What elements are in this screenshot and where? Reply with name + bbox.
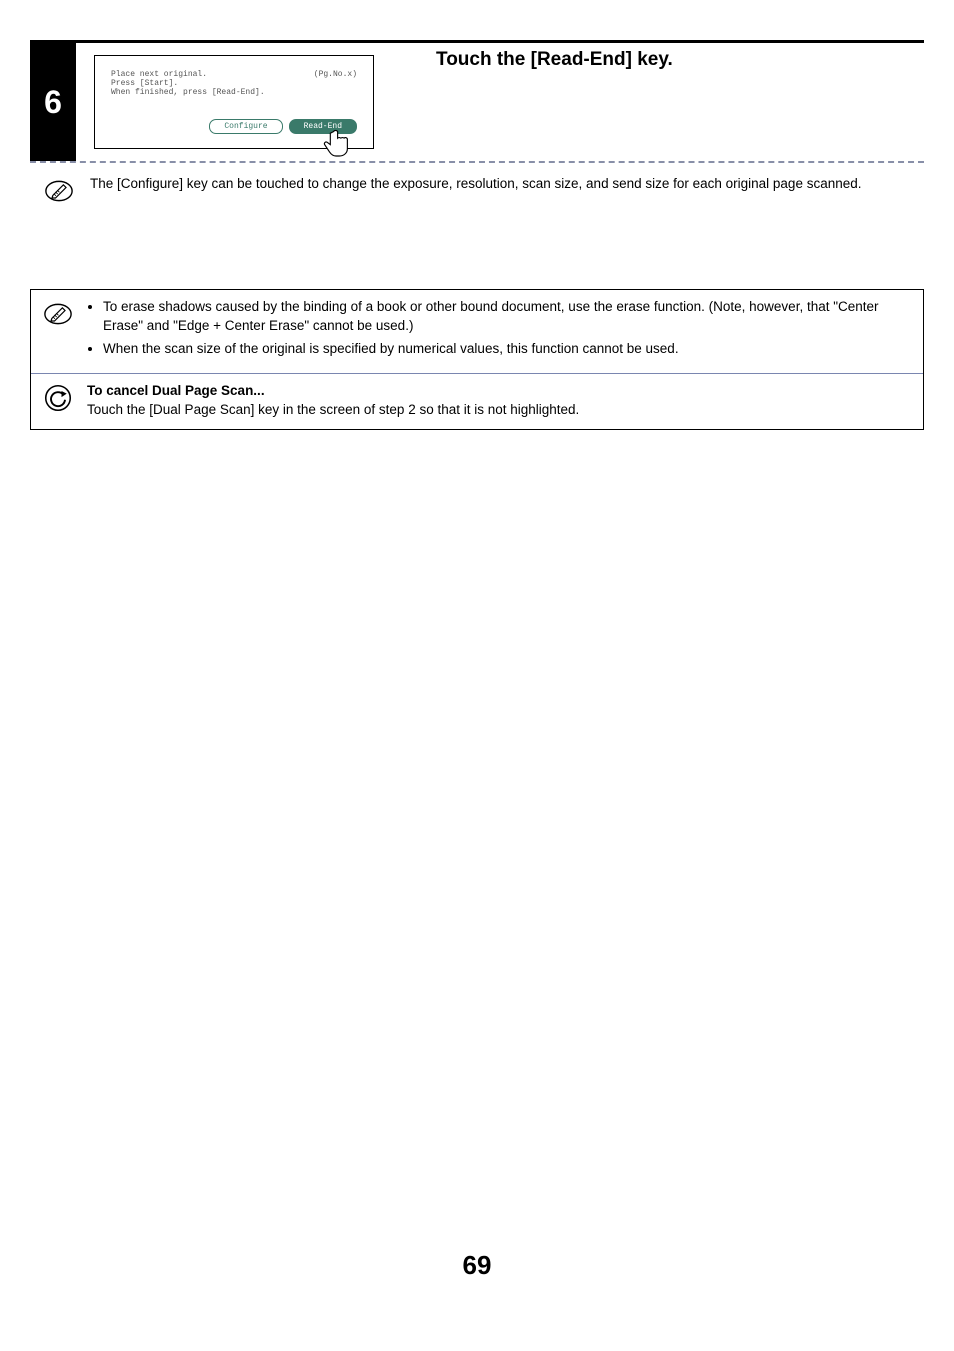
note-bullet-2: When the scan size of the original is sp… [103, 340, 911, 359]
screen-text-line2: Press [Start]. [111, 79, 357, 88]
notes-section-tips: To erase shadows caused by the binding o… [31, 290, 923, 373]
step-hint-row: The [Configure] key can be touched to ch… [30, 169, 924, 219]
step-instruction-area: Touch the [Read-End] key. [426, 43, 924, 161]
step-hint-text: The [Configure] key can be touched to ch… [90, 175, 914, 205]
dashed-separator [30, 161, 924, 163]
step-title: Touch the [Read-End] key. [436, 49, 914, 71]
step-block-6: 6 Place next original. (Pg.No.x) Press [… [30, 40, 924, 161]
pencil-note-icon [44, 300, 72, 328]
undo-arrow-icon [44, 384, 72, 412]
cancel-text: Touch the [Dual Page Scan] key in the sc… [87, 401, 911, 420]
notes-section-cancel: To cancel Dual Page Scan... Touch the [D… [31, 373, 923, 430]
screen-text-line1-left: Place next original. [111, 70, 207, 79]
hand-cursor-icon [323, 128, 349, 158]
screen-text-line3: When finished, press [Read-End]. [111, 88, 357, 97]
page-number: 69 [30, 1250, 924, 1281]
configure-button[interactable]: Configure [209, 119, 282, 134]
step-screenshot-area: Place next original. (Pg.No.x) Press [St… [76, 43, 426, 161]
device-screen-mockup: Place next original. (Pg.No.x) Press [St… [94, 55, 374, 149]
pencil-note-icon [45, 177, 73, 205]
note-bullet-1: To erase shadows caused by the binding o… [103, 298, 911, 336]
step-number: 6 [30, 43, 76, 161]
screen-text-line1-right: (Pg.No.x) [314, 70, 357, 79]
cancel-title: To cancel Dual Page Scan... [87, 382, 911, 401]
notes-box: To erase shadows caused by the binding o… [30, 289, 924, 430]
